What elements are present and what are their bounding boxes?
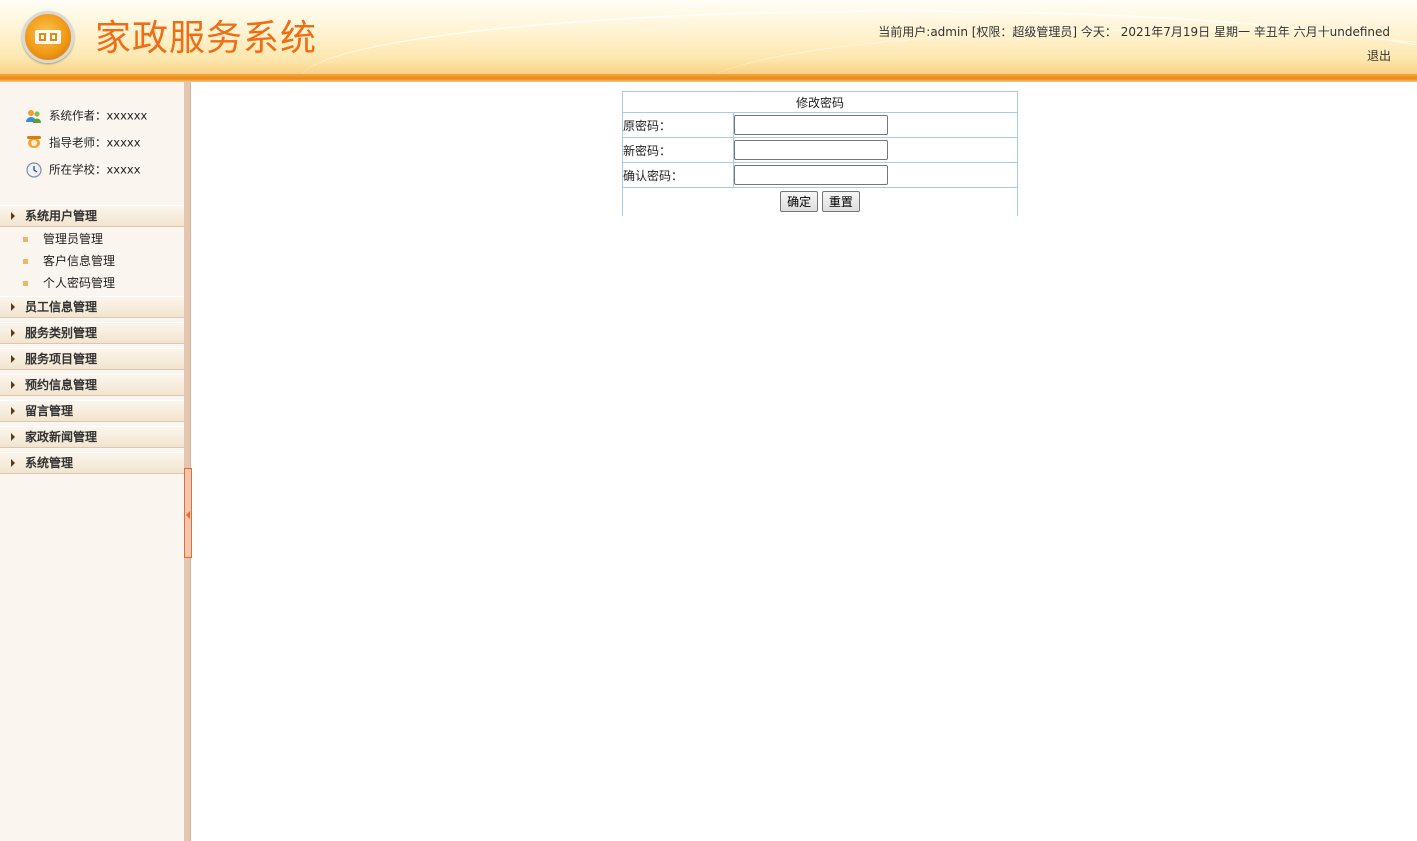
- caret-right-icon: [11, 459, 15, 467]
- current-user-info: 当前用户:admin [权限：超级管理员] 今天： 2021年7月19日 星期一…: [878, 25, 1390, 39]
- caret-right-icon: [11, 407, 15, 415]
- collapse-sidebar-handle[interactable]: [184, 468, 192, 558]
- caret-right-icon: [11, 329, 15, 337]
- sidebar-item-label: 客户信息管理: [43, 254, 116, 268]
- sidebar-item-personal-password[interactable]: 个人密码管理: [0, 272, 184, 294]
- sidebar-item-admin-management[interactable]: 管理员管理: [0, 228, 184, 250]
- old-password-input[interactable]: [734, 115, 888, 135]
- change-password-form: 修改密码 原密码： 新密码： 确认密码： 确定 重置: [622, 91, 1018, 216]
- gold-coin-logo-icon: [22, 11, 74, 63]
- menu-service-category[interactable]: 服务类别管理: [0, 322, 184, 344]
- school-label: 所在学校：xxxxx: [49, 162, 141, 177]
- menu-messages[interactable]: 留言管理: [0, 400, 184, 422]
- teacher-info: 指导老师：xxxxx: [25, 133, 141, 151]
- menu-label: 系统管理: [25, 456, 74, 470]
- caret-right-icon: [11, 381, 15, 389]
- bullet-icon: [23, 259, 28, 264]
- menu-label: 家政新闻管理: [25, 430, 98, 444]
- form-caption: 修改密码: [622, 91, 1018, 113]
- teacher-icon: [25, 135, 43, 151]
- new-password-label: 新密码：: [622, 137, 734, 163]
- menu-system[interactable]: 系统管理: [0, 452, 184, 474]
- header-banner: 家政服务系统 当前用户:admin [权限：超级管理员] 今天： 2021年7月…: [0, 0, 1417, 82]
- menu-news[interactable]: 家政新闻管理: [0, 426, 184, 448]
- caret-right-icon: [11, 355, 15, 363]
- caret-right-icon: [11, 303, 15, 311]
- menu-appointments[interactable]: 预约信息管理: [0, 374, 184, 396]
- menu-label: 服务项目管理: [25, 352, 98, 366]
- sidebar-item-customer-info[interactable]: 客户信息管理: [0, 250, 184, 272]
- school-info: 所在学校：xxxxx: [25, 160, 141, 178]
- teacher-label: 指导老师：xxxxx: [49, 135, 141, 150]
- bullet-icon: [23, 281, 28, 286]
- menu-label: 留言管理: [25, 404, 74, 418]
- bullet-icon: [23, 237, 28, 242]
- menu-label: 预约信息管理: [25, 378, 98, 392]
- menu-service-items[interactable]: 服务项目管理: [0, 348, 184, 370]
- author-label: 系统作者：xxxxxx: [49, 108, 148, 123]
- menu-staff-info[interactable]: 员工信息管理: [0, 296, 184, 318]
- confirm-password-input[interactable]: [734, 165, 888, 185]
- reset-button[interactable]: 重置: [821, 191, 860, 213]
- sidebar: 系统作者：xxxxxx 指导老师：xxxxx 所在学校：xxxxx 系统用户管理…: [0, 82, 184, 841]
- old-password-label: 原密码：: [622, 112, 734, 138]
- new-password-input[interactable]: [734, 140, 888, 160]
- menu-label: 员工信息管理: [25, 300, 98, 314]
- sidebar-splitter[interactable]: [184, 82, 191, 841]
- confirm-password-label: 确认密码：: [622, 162, 734, 188]
- menu-label: 服务类别管理: [25, 326, 98, 340]
- caret-right-icon: [11, 433, 15, 441]
- submit-button[interactable]: 确定: [780, 191, 819, 213]
- form-actions: 确定 重置: [622, 187, 1018, 216]
- system-title: 家政服务系统: [95, 18, 318, 59]
- sidebar-item-label: 管理员管理: [43, 232, 104, 246]
- sidebar-item-label: 个人密码管理: [43, 276, 116, 290]
- author-info: 系统作者：xxxxxx: [25, 106, 147, 124]
- menu-label: 系统用户管理: [25, 209, 98, 223]
- logout-link[interactable]: 退出: [1367, 48, 1391, 64]
- menu-system-users[interactable]: 系统用户管理: [0, 205, 184, 227]
- users-icon: [25, 108, 43, 124]
- clock-icon: [25, 161, 43, 178]
- caret-right-icon: [11, 212, 15, 220]
- header-bottom-band: [0, 74, 1417, 82]
